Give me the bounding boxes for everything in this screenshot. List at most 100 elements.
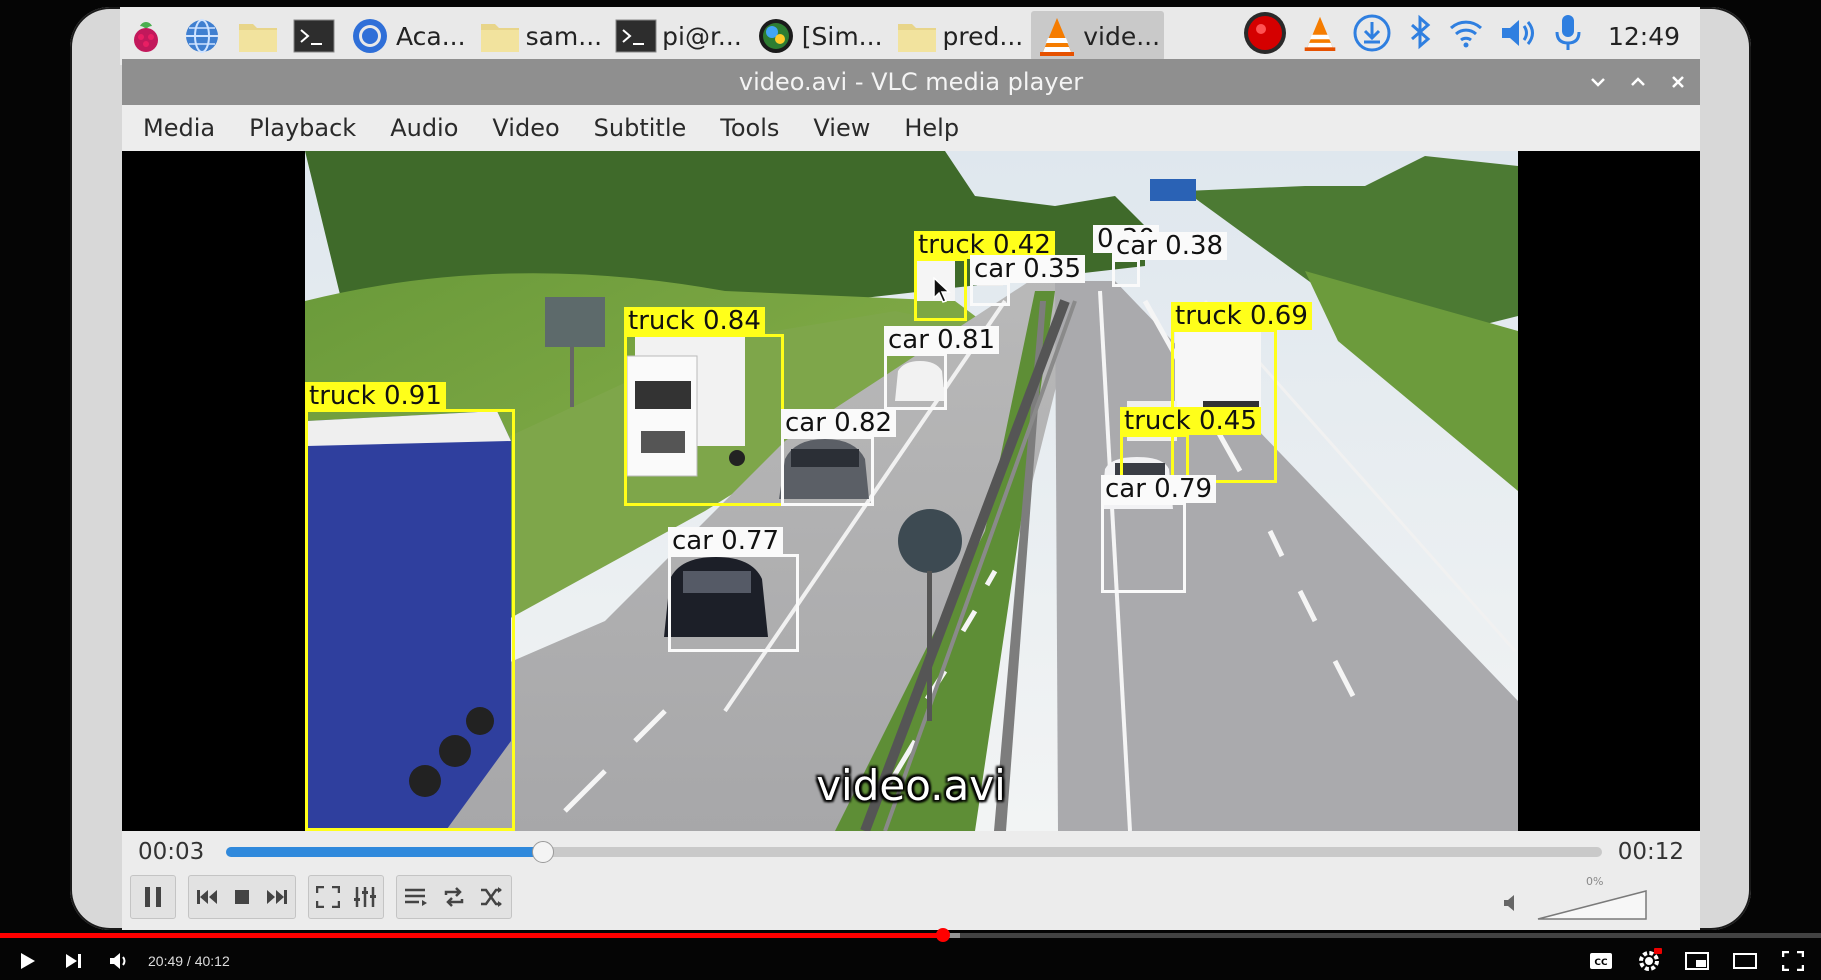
youtube-scrubber-handle[interactable]: [936, 928, 951, 942]
file-manager-launcher[interactable]: [232, 11, 284, 61]
taskbar-window-terminal[interactable]: pi@r...: [610, 11, 746, 61]
window-titlebar[interactable]: video.avi - VLC media player: [122, 59, 1700, 105]
youtube-miniplayer-button[interactable]: [1682, 946, 1712, 976]
taskbar-window-folder-pred[interactable]: pred...: [891, 11, 1028, 61]
menu-help[interactable]: Help: [884, 114, 973, 142]
menu-view[interactable]: View: [793, 114, 884, 142]
taskbar-window-label: [Sim...: [801, 21, 883, 51]
bluetooth-icon[interactable]: [1406, 13, 1434, 59]
video-frame: truck 0.91 truck 0.84 car 0.82 car 0.77 …: [305, 151, 1518, 831]
detection-box: car 0.79: [1101, 475, 1217, 593]
microphone-icon[interactable]: [1552, 12, 1584, 60]
stop-icon: [234, 890, 249, 904]
taskbar: Aca... sam... pi@r... [Sim... pred... vi…: [120, 7, 1700, 65]
download-icon[interactable]: [1352, 13, 1392, 59]
shuffle-button[interactable]: [473, 886, 511, 908]
browser-launcher[interactable]: [176, 11, 228, 61]
youtube-next-button[interactable]: [58, 946, 88, 976]
terminal-icon: [292, 14, 336, 58]
raspberry-pi-screen: Aca... sam... pi@r... [Sim... pred... vi…: [70, 7, 1751, 930]
menu-playback[interactable]: Playback: [229, 114, 370, 142]
youtube-theater-button[interactable]: [1730, 946, 1760, 976]
taskbar-window-label: pred...: [942, 21, 1024, 51]
svg-text:CC: CC: [1594, 958, 1608, 968]
youtube-subtitles-button[interactable]: CC: [1586, 946, 1616, 976]
taskbar-window-chromium[interactable]: Aca...: [344, 11, 470, 61]
taskbar-window-sim[interactable]: [Sim...: [750, 11, 887, 61]
detection-box: car 0.81: [884, 326, 1000, 410]
youtube-mute-button[interactable]: [104, 946, 134, 976]
detection-label: car 0.82: [781, 409, 897, 437]
extended-settings-button[interactable]: [346, 886, 383, 908]
playlist-button[interactable]: [397, 887, 435, 907]
youtube-fullscreen-button[interactable]: [1778, 946, 1808, 976]
shuffle-icon: [481, 887, 502, 907]
speaker-icon[interactable]: [1502, 893, 1522, 913]
view-group: [308, 875, 384, 919]
taskbar-window-folder-samples[interactable]: sam...: [474, 11, 607, 61]
stop-button[interactable]: [224, 889, 259, 905]
vlc-icon: [1035, 14, 1079, 58]
globe-icon: [180, 14, 224, 58]
system-tray: 12:49: [1242, 10, 1700, 62]
terminal-launcher[interactable]: [288, 11, 340, 61]
gear-icon: [1639, 948, 1662, 971]
clock[interactable]: 12:49: [1608, 22, 1680, 51]
youtube-controls: 20:49 / 40:12 CC: [0, 942, 1821, 980]
youtube-player: Aca... sam... pi@r... [Sim... pred... vi…: [0, 0, 1821, 980]
window-title: video.avi - VLC media player: [738, 68, 1084, 96]
volume-icon: [110, 953, 126, 969]
chevron-down-icon: [1591, 78, 1605, 87]
fullscreen-button[interactable]: [309, 886, 346, 908]
detection-label: car 0.35: [970, 255, 1086, 283]
record-icon[interactable]: [1242, 10, 1288, 62]
seek-slider[interactable]: [226, 841, 1602, 863]
subtitle-overlay: video.avi: [816, 761, 1006, 810]
playback-controls: 0%: [122, 871, 1700, 930]
raspberry-menu-button[interactable]: [120, 11, 172, 61]
terminal-icon: [614, 14, 658, 58]
detection-label: truck 0.91: [305, 382, 446, 410]
playlist-group: [396, 875, 512, 919]
pause-icon: [145, 887, 161, 907]
menu-media[interactable]: Media: [122, 114, 229, 142]
detection-box: car 0.77: [668, 527, 799, 652]
youtube-settings-button[interactable]: [1634, 946, 1664, 976]
close-button[interactable]: [1668, 59, 1688, 105]
folder-icon: [478, 14, 522, 58]
fullscreen-icon: [1782, 951, 1804, 971]
maximize-button[interactable]: [1628, 59, 1648, 105]
close-icon: [1672, 76, 1684, 88]
loop-button[interactable]: [435, 886, 473, 908]
total-time: 00:12: [1617, 839, 1684, 865]
folder-icon: [895, 14, 939, 58]
next-button[interactable]: [260, 888, 295, 906]
closed-captions-icon: CC: [1590, 953, 1612, 969]
menu-tools[interactable]: Tools: [700, 114, 793, 142]
volume-control: 0%: [1502, 871, 1672, 926]
video-area[interactable]: truck 0.91 truck 0.84 car 0.82 car 0.77 …: [122, 151, 1700, 831]
volume-icon[interactable]: [1498, 15, 1538, 57]
taskbar-window-vlc[interactable]: vide...: [1031, 11, 1165, 61]
wifi-icon[interactable]: [1448, 15, 1484, 57]
detection-box: car 0.35: [970, 255, 1086, 306]
pause-button[interactable]: [130, 875, 176, 919]
chromium-icon: [348, 14, 392, 58]
skip-previous-icon: [196, 890, 217, 904]
skip-next-icon: [66, 954, 81, 968]
youtube-play-button[interactable]: [12, 946, 42, 976]
skip-next-icon: [267, 890, 288, 904]
youtube-progress-bar[interactable]: [0, 928, 1821, 942]
taskbar-window-label: sam...: [525, 21, 603, 51]
menu-video[interactable]: Video: [472, 114, 573, 142]
detection-label: car 0.79: [1101, 475, 1217, 503]
menu-subtitle[interactable]: Subtitle: [574, 114, 701, 142]
previous-button[interactable]: [189, 888, 224, 906]
volume-slider[interactable]: [1536, 889, 1648, 921]
minimize-button[interactable]: [1588, 59, 1608, 105]
menu-audio[interactable]: Audio: [370, 114, 472, 142]
playlist-icon: [405, 888, 427, 906]
detection-box: 0.30: [1093, 225, 1159, 256]
seek-handle[interactable]: [532, 841, 555, 863]
vlc-tray-icon[interactable]: [1302, 12, 1338, 60]
